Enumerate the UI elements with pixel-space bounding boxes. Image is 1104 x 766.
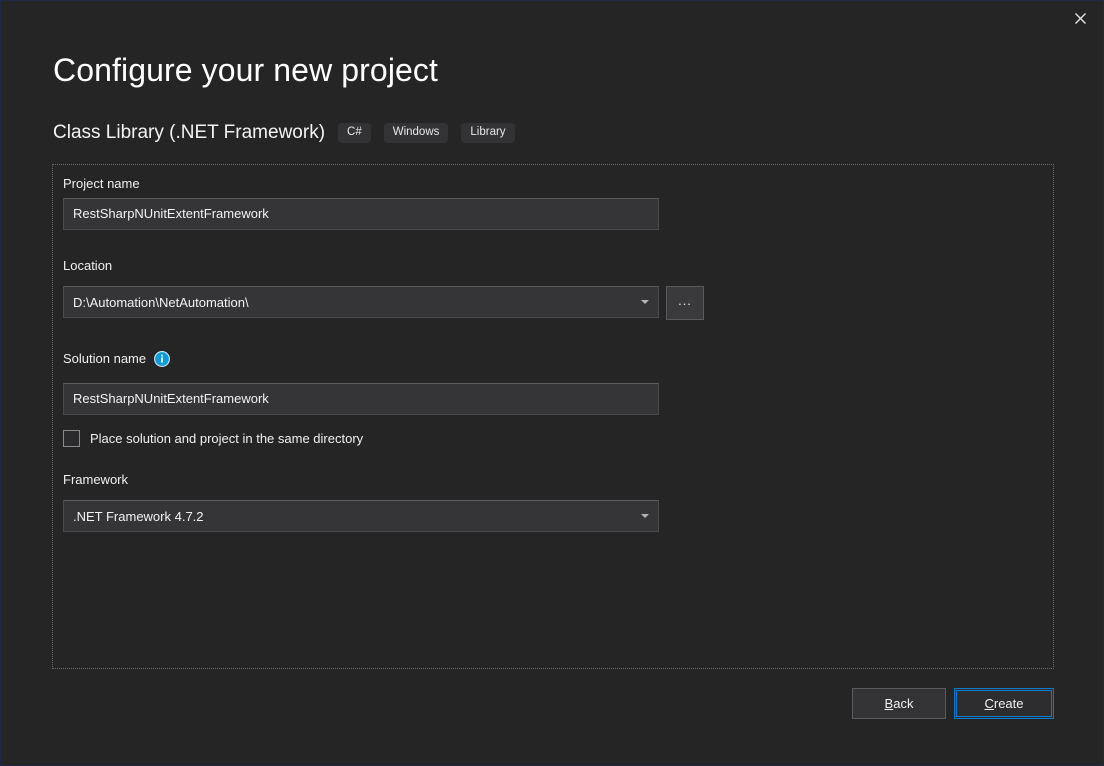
same-directory-checkbox[interactable] [63,430,80,447]
close-icon [1074,12,1086,24]
create-button-accel: C [984,696,994,711]
project-name-label: Project name [63,176,140,191]
same-directory-checkbox-row[interactable]: Place solution and project in the same d… [63,430,363,447]
location-combobox[interactable]: D:\Automation\NetAutomation\ [63,286,659,318]
chevron-down-icon [641,514,649,518]
back-button-accel: B [884,696,894,711]
framework-value: .NET Framework 4.7.2 [73,508,204,524]
create-button[interactable]: Create [954,688,1054,719]
chevron-down-icon [641,300,649,304]
create-button-suffix: reate [993,696,1024,711]
template-name: Class Library (.NET Framework) [53,122,326,143]
solution-name-input[interactable]: RestSharpNUnitExtentFramework [63,383,659,415]
title-bar [1,1,1103,37]
info-icon[interactable] [154,351,171,367]
close-button[interactable] [1057,1,1103,35]
tag-language: C# [338,123,371,143]
framework-label: Framework [63,472,129,487]
browse-location-button[interactable]: ... [666,286,704,320]
configure-project-dialog: Configure your new project Class Library… [0,0,1104,766]
location-value: D:\Automation\NetAutomation\ [73,294,249,310]
back-button-suffix: ack [893,696,914,711]
project-name-input[interactable]: RestSharpNUnitExtentFramework [63,198,659,230]
framework-combobox[interactable]: .NET Framework 4.7.2 [63,500,659,532]
back-button[interactable]: Back [852,688,946,719]
tag-platform: Windows [383,123,449,143]
solution-name-label-row: Solution name [63,351,171,367]
location-label: Location [63,258,113,273]
solution-name-label: Solution name [63,351,147,366]
project-configuration-panel: Project name RestSharpNUnitExtentFramewo… [52,164,1054,669]
tag-project-type: Library [461,123,515,143]
template-summary: Class Library (.NET Framework) C# Window… [53,120,515,146]
page-title: Configure your new project [53,52,439,88]
same-directory-label: Place solution and project in the same d… [90,431,364,446]
